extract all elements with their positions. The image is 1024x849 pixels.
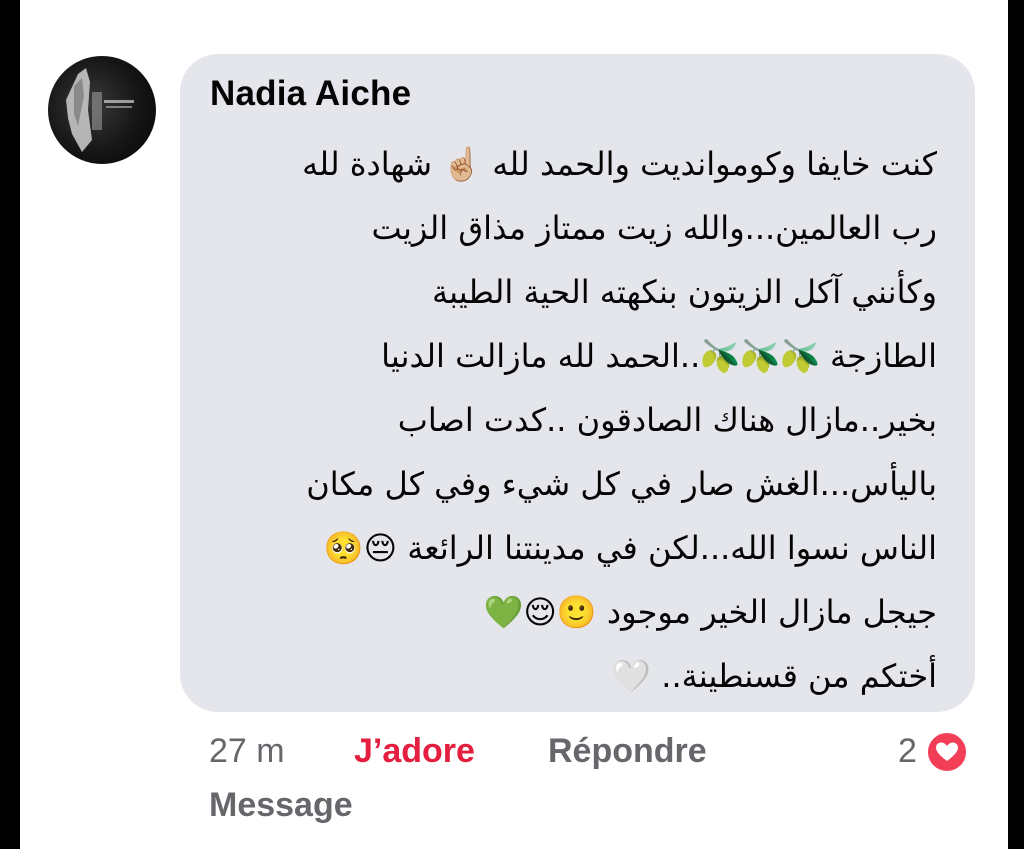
author-avatar[interactable] — [48, 56, 156, 164]
comment-line: كنت خايفا وكوموانديت والحمد لله ☝🏼 شهادة… — [302, 145, 937, 183]
reaction-count[interactable]: 2 — [898, 732, 917, 771]
comment-screen: Nadia Aiche كنت خايفا وكوموانديت والحمد … — [20, 0, 1008, 849]
comment-line: الناس نسوا الله...لكن في مدينتنا الرائعة… — [323, 529, 937, 567]
avatar-photo-icon — [66, 68, 134, 152]
comment-line: باليأس...الغش صار في كل شيء وفي كل مكان — [306, 465, 937, 503]
comment-line: بخير..مازال هناك الصادقون ..كدت اصاب — [397, 401, 937, 439]
like-button[interactable]: J’adore — [354, 732, 475, 771]
comment-line: رب العالمين...والله زيت ممتاز مذاق الزيت — [371, 209, 937, 247]
reply-button[interactable]: Répondre — [548, 732, 707, 771]
comment-text: كنت خايفا وكوموانديت والحمد لله ☝🏼 شهادة… — [197, 132, 937, 708]
love-heart-icon[interactable] — [925, 730, 969, 774]
comment-line: جيجل مازال الخير موجود 🙂😌💚 — [483, 593, 937, 631]
comment-line: الطازجة 🫒🫒🫒..الحمد لله مازالت الدنيا — [381, 337, 937, 375]
comment-line: أختكم من قسنطينة.. 🤍 — [611, 657, 937, 695]
comment-timestamp[interactable]: 27 m — [209, 732, 285, 771]
comment-line: وكأنني آكل الزيتون بنكهته الحية الطيبة — [431, 273, 937, 311]
message-button[interactable]: Message — [209, 786, 353, 825]
comment-author-name[interactable]: Nadia Aiche — [210, 74, 411, 114]
comment-bubble: Nadia Aiche كنت خايفا وكوموانديت والحمد … — [180, 54, 975, 712]
comment-actions: 27 m J’adore Répondre 2 Message — [20, 728, 1008, 848]
